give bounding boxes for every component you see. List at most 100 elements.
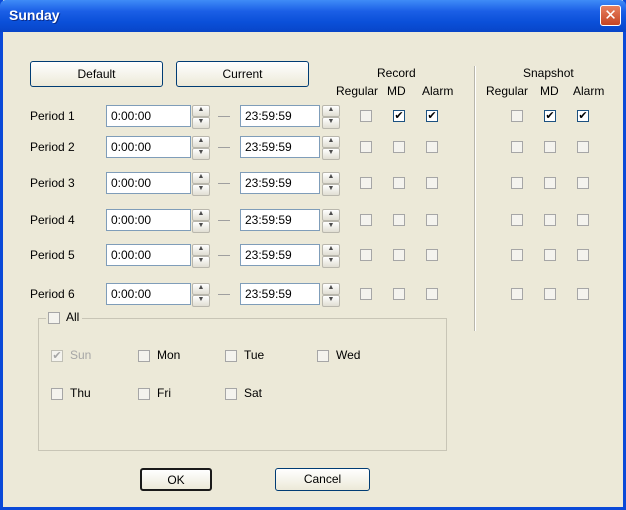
- spin-up-icon[interactable]: ▲: [322, 283, 340, 295]
- spin-up-icon[interactable]: ▲: [192, 244, 210, 256]
- spin-down-icon[interactable]: ▼: [192, 295, 210, 307]
- snapshot-regular-checkbox[interactable]: [511, 177, 523, 189]
- record-md-checkbox[interactable]: [393, 177, 405, 189]
- period-end-time[interactable]: 23:59:59: [240, 172, 320, 194]
- period-end-time[interactable]: 23:59:59: [240, 283, 320, 305]
- all-checkbox[interactable]: [48, 312, 60, 324]
- period-end-time[interactable]: 23:59:59: [240, 244, 320, 266]
- record-md-checkbox[interactable]: ✔: [393, 110, 405, 122]
- snapshot-alarm-checkbox[interactable]: [577, 177, 589, 189]
- spin-down-icon[interactable]: ▼: [192, 148, 210, 160]
- snapshot-md-checkbox[interactable]: [544, 288, 556, 300]
- start-time-spinner[interactable]: ▲ ▼: [192, 244, 210, 268]
- spin-up-icon[interactable]: ▲: [192, 136, 210, 148]
- spin-up-icon[interactable]: ▲: [192, 172, 210, 184]
- record-regular-checkbox[interactable]: [360, 110, 372, 122]
- current-button[interactable]: Current: [176, 61, 309, 87]
- snapshot-alarm-checkbox[interactable]: [577, 249, 589, 261]
- snapshot-regular-checkbox[interactable]: [511, 288, 523, 300]
- period-start-time[interactable]: 0:00:00: [106, 172, 191, 194]
- record-md-checkbox[interactable]: [393, 288, 405, 300]
- close-button[interactable]: ✕: [600, 5, 621, 26]
- record-md-checkbox[interactable]: [393, 141, 405, 153]
- snapshot-md-checkbox[interactable]: [544, 177, 556, 189]
- day-label: Fri: [157, 386, 171, 400]
- snapshot-alarm-checkbox[interactable]: [577, 288, 589, 300]
- period-start-time[interactable]: 0:00:00: [106, 244, 191, 266]
- spin-down-icon[interactable]: ▼: [192, 184, 210, 196]
- record-regular-checkbox[interactable]: [360, 177, 372, 189]
- day-checkbox[interactable]: [51, 388, 63, 400]
- spin-up-icon[interactable]: ▲: [322, 244, 340, 256]
- start-time-spinner[interactable]: ▲ ▼: [192, 172, 210, 196]
- record-alarm-checkbox[interactable]: ✔: [426, 110, 438, 122]
- day-checkbox[interactable]: [138, 350, 150, 362]
- spin-down-icon[interactable]: ▼: [322, 117, 340, 129]
- spin-down-icon[interactable]: ▼: [322, 295, 340, 307]
- day-checkbox[interactable]: [225, 350, 237, 362]
- period-start-time[interactable]: 0:00:00: [106, 136, 191, 158]
- end-time-spinner[interactable]: ▲ ▼: [322, 209, 340, 233]
- spin-down-icon[interactable]: ▼: [192, 221, 210, 233]
- spin-down-icon[interactable]: ▼: [322, 221, 340, 233]
- spin-up-icon[interactable]: ▲: [322, 105, 340, 117]
- end-time-spinner[interactable]: ▲ ▼: [322, 105, 340, 129]
- period-end-time[interactable]: 23:59:59: [240, 209, 320, 231]
- record-md-checkbox[interactable]: [393, 214, 405, 226]
- default-button[interactable]: Default: [30, 61, 163, 87]
- record-alarm-checkbox[interactable]: [426, 214, 438, 226]
- end-time-spinner[interactable]: ▲ ▼: [322, 136, 340, 160]
- record-regular-checkbox[interactable]: [360, 249, 372, 261]
- record-alarm-checkbox[interactable]: [426, 141, 438, 153]
- snapshot-regular-checkbox[interactable]: [511, 110, 523, 122]
- snapshot-md-checkbox[interactable]: [544, 214, 556, 226]
- snapshot-alarm-checkbox[interactable]: [577, 141, 589, 153]
- spin-up-icon[interactable]: ▲: [322, 209, 340, 221]
- record-regular-checkbox[interactable]: [360, 141, 372, 153]
- title-bar[interactable]: Sunday ✕: [0, 0, 626, 32]
- snapshot-alarm-checkbox[interactable]: ✔: [577, 110, 589, 122]
- end-time-spinner[interactable]: ▲ ▼: [322, 172, 340, 196]
- record-alarm-checkbox[interactable]: [426, 288, 438, 300]
- spin-down-icon[interactable]: ▼: [322, 256, 340, 268]
- spin-up-icon[interactable]: ▲: [192, 209, 210, 221]
- spin-up-icon[interactable]: ▲: [322, 172, 340, 184]
- snapshot-regular-checkbox[interactable]: [511, 141, 523, 153]
- spin-up-icon[interactable]: ▲: [322, 136, 340, 148]
- record-md-checkbox[interactable]: [393, 249, 405, 261]
- day-checkbox[interactable]: [225, 388, 237, 400]
- ok-button[interactable]: OK: [140, 468, 212, 491]
- record-alarm-checkbox[interactable]: [426, 249, 438, 261]
- spin-down-icon[interactable]: ▼: [192, 256, 210, 268]
- record-regular-checkbox[interactable]: [360, 288, 372, 300]
- period-end-time[interactable]: 23:59:59: [240, 136, 320, 158]
- spin-down-icon[interactable]: ▼: [192, 117, 210, 129]
- snapshot-regular-checkbox[interactable]: [511, 214, 523, 226]
- period-start-time[interactable]: 0:00:00: [106, 209, 191, 231]
- start-time-spinner[interactable]: ▲ ▼: [192, 283, 210, 307]
- cancel-button-label: Cancel: [303, 472, 342, 486]
- snapshot-alarm-checkbox[interactable]: [577, 214, 589, 226]
- period-start-time[interactable]: 0:00:00: [106, 105, 191, 127]
- spin-down-icon[interactable]: ▼: [322, 184, 340, 196]
- all-checkbox-wrap[interactable]: All: [46, 310, 82, 326]
- start-time-spinner[interactable]: ▲ ▼: [192, 209, 210, 233]
- day-checkbox[interactable]: [317, 350, 329, 362]
- snapshot-md-checkbox[interactable]: [544, 249, 556, 261]
- snapshot-regular-checkbox[interactable]: [511, 249, 523, 261]
- snapshot-md-checkbox[interactable]: ✔: [544, 110, 556, 122]
- record-regular-checkbox[interactable]: [360, 214, 372, 226]
- end-time-spinner[interactable]: ▲ ▼: [322, 244, 340, 268]
- spin-up-icon[interactable]: ▲: [192, 105, 210, 117]
- period-start-time[interactable]: 0:00:00: [106, 283, 191, 305]
- cancel-button[interactable]: Cancel: [275, 468, 370, 491]
- snapshot-md-checkbox[interactable]: [544, 141, 556, 153]
- spin-down-icon[interactable]: ▼: [322, 148, 340, 160]
- end-time-spinner[interactable]: ▲ ▼: [322, 283, 340, 307]
- period-end-time[interactable]: 23:59:59: [240, 105, 320, 127]
- day-checkbox[interactable]: [138, 388, 150, 400]
- start-time-spinner[interactable]: ▲ ▼: [192, 105, 210, 129]
- record-alarm-checkbox[interactable]: [426, 177, 438, 189]
- start-time-spinner[interactable]: ▲ ▼: [192, 136, 210, 160]
- spin-up-icon[interactable]: ▲: [192, 283, 210, 295]
